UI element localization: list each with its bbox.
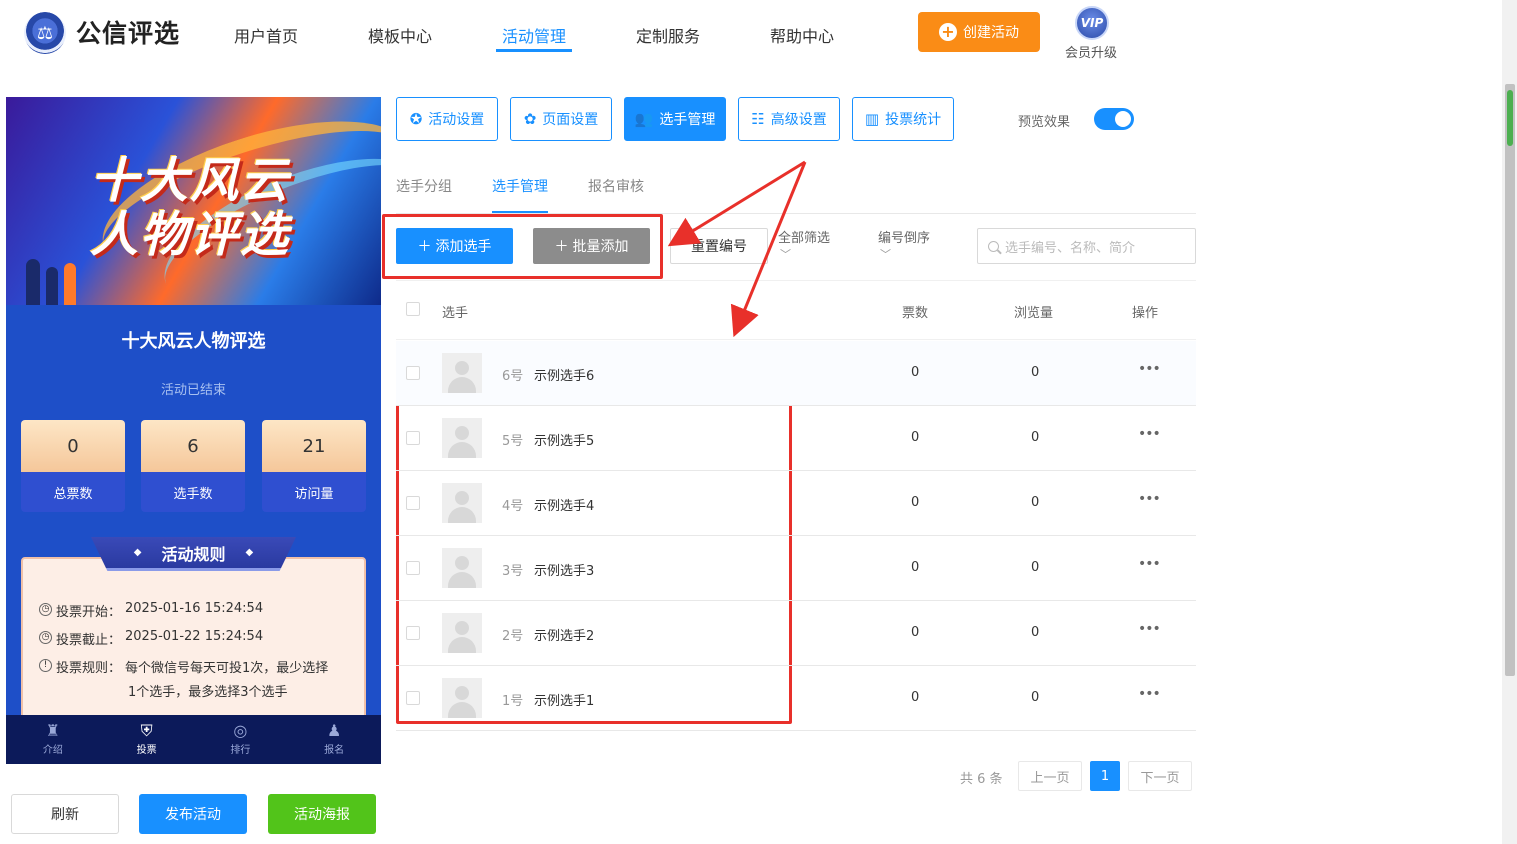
annotation-arrows <box>667 160 807 338</box>
arrow-to-actions <box>667 160 806 247</box>
arrow-to-players <box>730 161 807 338</box>
